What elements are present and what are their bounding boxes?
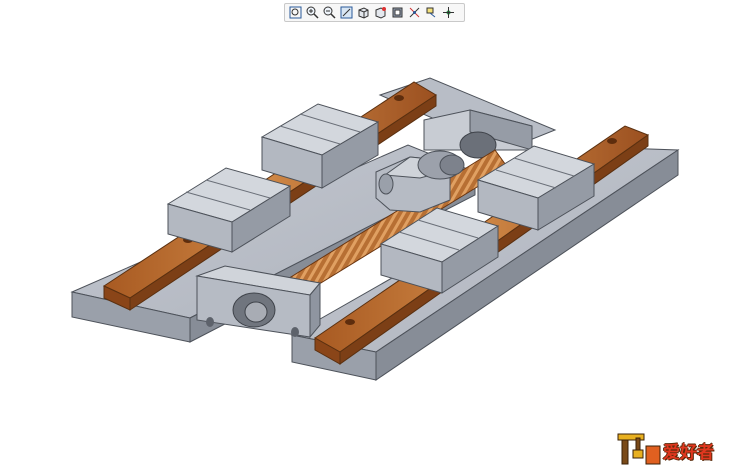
annotation-icon — [426, 7, 436, 18]
cube-icon — [358, 7, 369, 19]
zoom-in-icon — [306, 6, 319, 19]
spin-center-icon — [443, 7, 454, 18]
saved-views-button[interactable] — [373, 5, 388, 20]
spin-center-button[interactable] — [441, 5, 456, 20]
cad-model — [70, 77, 680, 381]
datum-icon — [409, 7, 420, 18]
datum-display-button[interactable] — [407, 5, 422, 20]
graphics-toolbar — [284, 3, 465, 22]
repaint-icon — [340, 6, 353, 19]
view-orientation-button[interactable] — [356, 5, 371, 20]
zoom-out-icon — [323, 6, 336, 19]
display-style-button[interactable] — [390, 5, 405, 20]
model-viewport[interactable] — [0, 0, 749, 469]
saved-views-icon — [375, 7, 386, 19]
annotation-display-button[interactable] — [424, 5, 439, 20]
watermark-text: 爱好者 — [663, 443, 714, 463]
zoom-in-button[interactable] — [305, 5, 320, 20]
refit-button[interactable] — [288, 5, 303, 20]
display-style-icon — [392, 7, 403, 18]
repaint-button[interactable] — [339, 5, 354, 20]
refit-icon — [289, 6, 302, 19]
zoom-out-button[interactable] — [322, 5, 337, 20]
